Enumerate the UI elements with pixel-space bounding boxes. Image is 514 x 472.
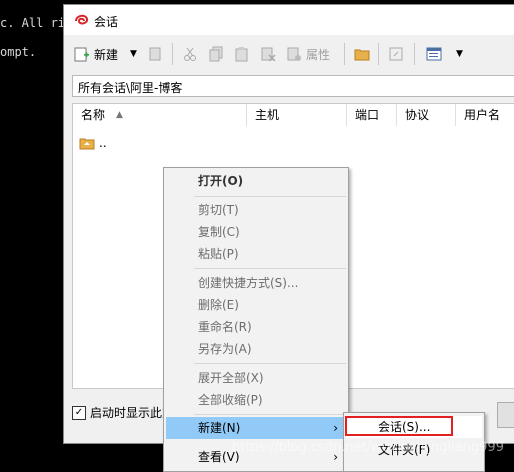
find-icon[interactable] bbox=[148, 44, 164, 64]
chevron-down-icon: ▼ bbox=[456, 49, 463, 59]
properties-label: 属性 bbox=[306, 47, 331, 62]
menu-divider bbox=[194, 414, 346, 415]
toolbar-separator bbox=[414, 43, 415, 65]
terminal-background: c. All rig ompt. bbox=[0, 0, 73, 468]
column-header-port[interactable]: 端口 bbox=[347, 104, 397, 126]
properties-icon bbox=[287, 47, 301, 61]
dialog-button[interactable] bbox=[497, 402, 514, 428]
dialog-title: 会话 bbox=[94, 15, 119, 29]
parent-folder-label: .. bbox=[99, 136, 107, 150]
delete-icon[interactable] bbox=[260, 44, 276, 64]
session-path[interactable]: 所有会话\阿里-博客 bbox=[72, 75, 514, 97]
chevron-down-icon: ▼ bbox=[130, 49, 137, 59]
terminal-line: c. All rig bbox=[0, 16, 73, 30]
cut-icon[interactable] bbox=[182, 44, 198, 64]
menu-item-open[interactable]: 打开(O) bbox=[166, 170, 346, 192]
sort-ascending-icon: ▲ bbox=[116, 110, 123, 120]
column-header-username[interactable]: 用户名 bbox=[456, 104, 514, 126]
menu-item-save-as[interactable]: 另存为(A) bbox=[166, 338, 346, 360]
view-dropdown-arrow[interactable]: ▼ bbox=[456, 44, 463, 64]
toolbar-separator bbox=[378, 43, 379, 65]
menu-item-create-shortcut[interactable]: 创建快捷方式(S)... bbox=[166, 272, 346, 294]
shortcut-icon[interactable] bbox=[388, 44, 404, 64]
column-header-name[interactable]: 名称 ▲ bbox=[73, 104, 247, 126]
menu-divider bbox=[194, 268, 346, 269]
context-menu: 打开(O) 剪切(T) 复制(C) 粘贴(P) 创建快捷方式(S)... 删除(… bbox=[163, 167, 349, 472]
title-bar: 会话 bbox=[64, 5, 514, 35]
submenu-item-folder[interactable]: 文件夹(F) bbox=[346, 439, 482, 461]
folder-icon[interactable] bbox=[354, 44, 370, 64]
checkmark-icon: ✓ bbox=[74, 407, 84, 418]
paste-icon[interactable] bbox=[234, 44, 250, 64]
new-submenu: 会话(S)... 文件夹(F) bbox=[343, 412, 485, 472]
menu-item-view[interactable]: 查看(V) › bbox=[166, 446, 346, 468]
menu-item-new[interactable]: 新建(N) › bbox=[166, 417, 346, 439]
menu-item-cut[interactable]: 剪切(T) bbox=[166, 199, 346, 221]
menu-item-expand-all[interactable]: 展开全部(X) bbox=[166, 367, 346, 389]
new-icon bbox=[74, 47, 89, 62]
view-icon[interactable] bbox=[426, 44, 442, 64]
menu-item-delete[interactable]: 删除(E) bbox=[166, 294, 346, 316]
copy-icon[interactable] bbox=[208, 44, 224, 64]
submenu-item-session[interactable]: 会话(S)... bbox=[346, 416, 482, 438]
menu-item-copy[interactable]: 复制(C) bbox=[166, 221, 346, 243]
chevron-right-icon: › bbox=[333, 450, 338, 464]
new-dropdown-arrow[interactable]: ▼ bbox=[130, 44, 137, 64]
column-header-host[interactable]: 主机 bbox=[247, 104, 347, 126]
toolbar-separator bbox=[344, 43, 345, 65]
menu-item-collapse-all[interactable]: 全部收缩(P) bbox=[166, 389, 346, 411]
new-button[interactable]: 新建 bbox=[74, 44, 118, 64]
checkbox-box[interactable]: ✓ bbox=[72, 405, 86, 420]
chevron-right-icon: › bbox=[333, 421, 338, 435]
properties-button[interactable]: 属性 bbox=[286, 44, 330, 64]
terminal-line: ompt. bbox=[0, 45, 37, 59]
menu-item-new-label: 新建(N) bbox=[198, 421, 241, 435]
menu-item-paste[interactable]: 粘贴(P) bbox=[166, 243, 346, 265]
menu-item-view-label: 查看(V) bbox=[198, 450, 240, 464]
menu-divider bbox=[194, 196, 346, 197]
menu-item-rename[interactable]: 重命名(R) bbox=[166, 316, 346, 338]
toolbar-separator bbox=[172, 43, 173, 65]
toolbar: 新建 ▼ 属性 ▼ bbox=[64, 35, 514, 73]
folder-up-icon bbox=[79, 138, 95, 150]
column-header-protocol[interactable]: 协议 bbox=[397, 104, 456, 126]
menu-divider bbox=[194, 363, 346, 364]
list-item-parent-folder[interactable]: .. bbox=[79, 136, 107, 150]
new-button-label: 新建 bbox=[94, 47, 119, 62]
app-swirl-icon bbox=[75, 14, 89, 25]
